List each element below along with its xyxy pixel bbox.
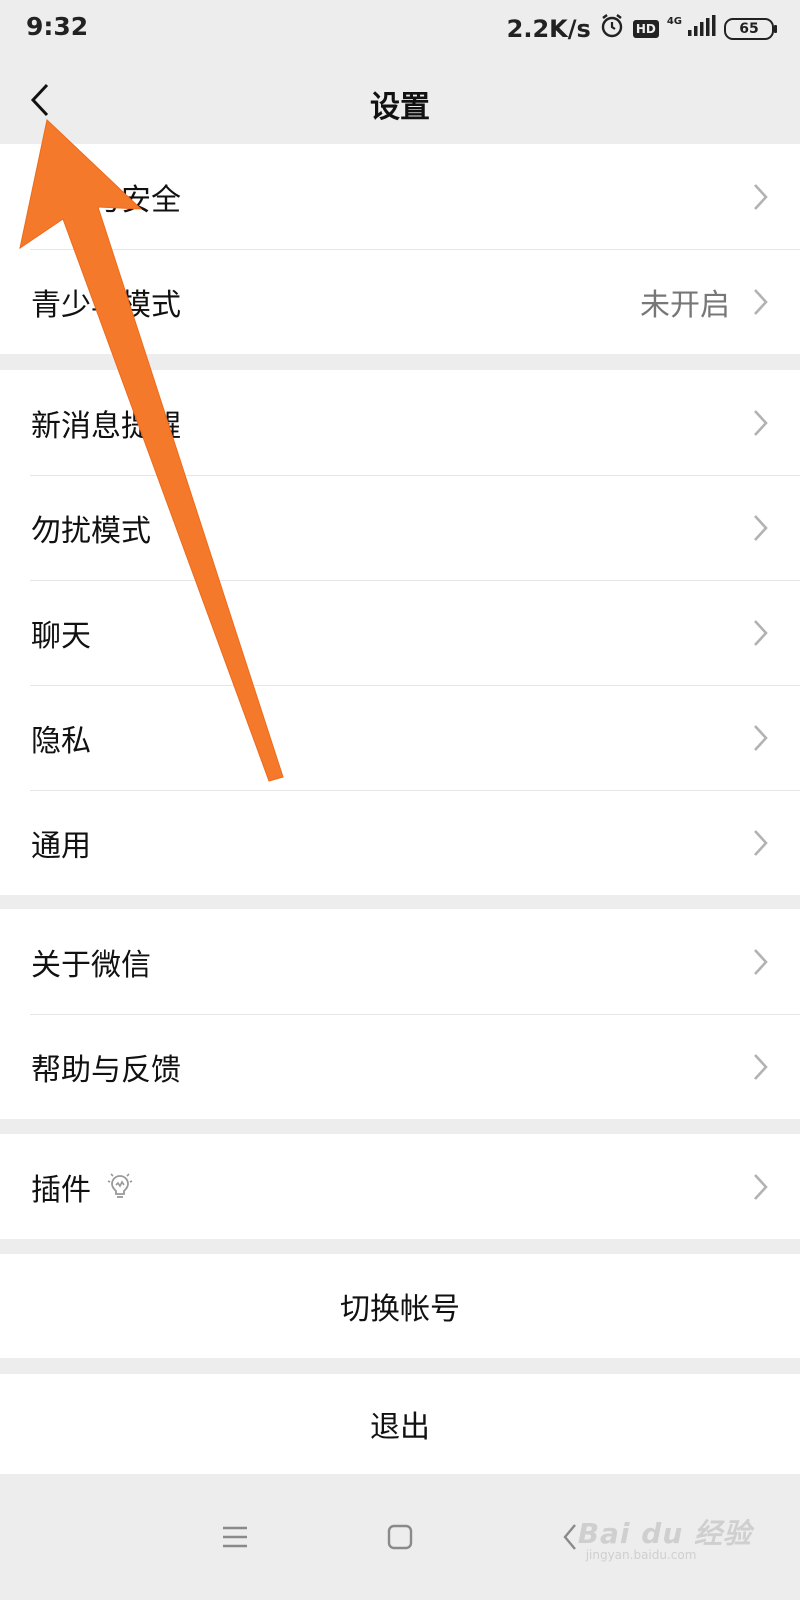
- row-about-wechat[interactable]: 关于微信: [0, 909, 800, 1014]
- switch-account-label: 切换帐号: [340, 1292, 460, 1327]
- row-new-message-alerts[interactable]: 新消息提醒: [0, 370, 800, 475]
- row-label: 隐私: [31, 724, 91, 759]
- watermark-text: Bai du 经验: [577, 1517, 752, 1550]
- page-title: 设置: [370, 90, 430, 125]
- row-label: 新消息提醒: [31, 409, 181, 444]
- chevron-right-icon: [754, 620, 768, 646]
- chevron-right-icon: [754, 410, 768, 436]
- header-bar: 设置: [0, 56, 800, 144]
- menu-icon: [223, 1526, 247, 1548]
- watermark-url: jingyan.baidu.com: [585, 1548, 697, 1562]
- row-privacy[interactable]: 隐私: [0, 685, 800, 790]
- menu-button[interactable]: [210, 1512, 260, 1562]
- system-nav-bar: Bai du 经验 jingyan.baidu.com: [0, 1474, 800, 1600]
- row-help-feedback[interactable]: 帮助与反馈: [0, 1014, 800, 1119]
- settings-group-plugins: 插件: [0, 1134, 800, 1239]
- row-plugins[interactable]: 插件: [0, 1134, 800, 1239]
- network-type: 4G: [666, 16, 682, 27]
- row-label: 关于微信: [31, 948, 151, 983]
- battery-level: 65: [739, 21, 759, 37]
- teen-mode-status: 未开启: [640, 288, 730, 323]
- settings-group-account: 帐号与安全 青少年模式 未开启: [0, 144, 800, 354]
- row-label: 青少年模式: [31, 288, 181, 323]
- row-chat[interactable]: 聊天: [0, 580, 800, 685]
- logout-label: 退出: [370, 1410, 430, 1445]
- chevron-right-icon: [754, 515, 768, 541]
- chevron-right-icon: [754, 184, 768, 210]
- net-speed: 2.2K/s: [506, 15, 591, 43]
- chevron-right-icon: [754, 1174, 768, 1200]
- hd-badge: HD: [632, 20, 659, 38]
- back-icon: [563, 1524, 576, 1550]
- row-label: 帮助与反馈: [31, 1053, 181, 1088]
- baidu-jingyan-watermark: Bai du 经验 jingyan.baidu.com: [578, 1512, 752, 1562]
- switch-account-button[interactable]: 切换帐号: [0, 1254, 800, 1358]
- home-icon: [387, 1524, 413, 1550]
- row-label: 勿扰模式: [31, 514, 151, 549]
- signal-icon: [686, 15, 716, 43]
- row-general[interactable]: 通用: [0, 790, 800, 895]
- row-do-not-disturb[interactable]: 勿扰模式: [0, 475, 800, 580]
- home-button[interactable]: [375, 1512, 425, 1562]
- chevron-right-icon: [754, 289, 768, 315]
- row-label: 插件: [31, 1173, 91, 1208]
- chevron-right-icon: [754, 725, 768, 751]
- battery-icon: 65: [724, 18, 777, 40]
- logout-button[interactable]: 退出: [0, 1374, 800, 1474]
- row-teen-mode[interactable]: 青少年模式 未开启: [0, 249, 800, 354]
- row-account-security[interactable]: 帐号与安全: [0, 144, 800, 249]
- status-bar: 9:32 2.2K/s HD 4G 65: [0, 0, 800, 56]
- row-label: 帐号与安全: [31, 183, 181, 218]
- row-label: 通用: [31, 829, 91, 864]
- status-time: 9:32: [26, 12, 89, 41]
- status-indicators: 2.2K/s HD 4G 65: [506, 12, 777, 46]
- lightbulb-icon: [107, 1173, 133, 1198]
- row-label: 聊天: [31, 619, 91, 654]
- alarm-icon: [599, 13, 625, 45]
- chevron-right-icon: [754, 1054, 768, 1080]
- chevron-right-icon: [754, 949, 768, 975]
- chevron-right-icon: [754, 830, 768, 856]
- settings-group-general: 新消息提醒 勿扰模式 聊天 隐私 通用: [0, 370, 800, 895]
- settings-group-about: 关于微信 帮助与反馈: [0, 909, 800, 1119]
